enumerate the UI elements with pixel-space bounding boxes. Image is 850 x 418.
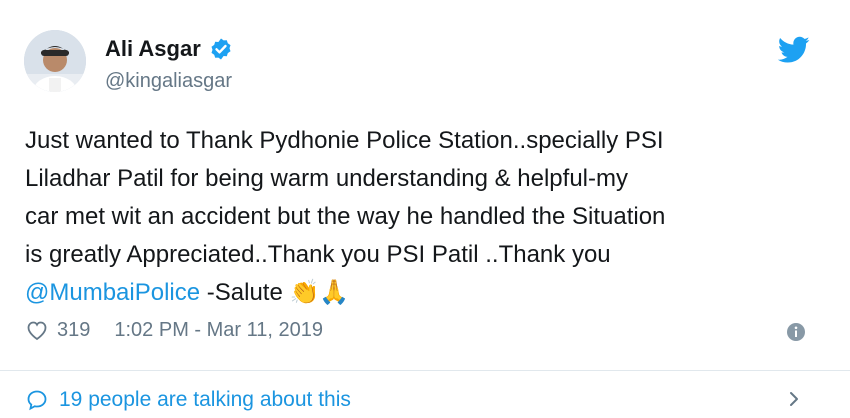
divider (0, 370, 850, 371)
tweet-card: Ali Asgar @kingaliasgar Just wanted to T… (0, 0, 850, 411)
mention-link[interactable]: @MumbaiPolice (25, 279, 200, 306)
emoji-clap-pray: 👏🙏 (289, 279, 350, 306)
tweet-text: Just wanted to Thank Pydhonie Police Sta… (25, 122, 825, 312)
author-name[interactable]: Ali Asgar (105, 36, 201, 62)
chevron-right-icon[interactable] (786, 390, 802, 408)
conversation-link[interactable]: 19 people are talking about this (25, 388, 351, 412)
info-icon[interactable] (785, 321, 807, 343)
like-count[interactable]: 319 (57, 319, 90, 342)
tweet-body-end: -Salute (200, 279, 290, 306)
talking-text: 19 people are talking about this (59, 388, 351, 411)
timestamp[interactable]: 1:02 PM - Mar 11, 2019 (114, 319, 323, 342)
heart-icon[interactable] (25, 318, 49, 342)
comment-bubble-icon (25, 388, 49, 412)
avatar[interactable] (24, 30, 86, 92)
author-row: Ali Asgar (105, 36, 233, 62)
author-handle[interactable]: @kingaliasgar (105, 70, 232, 93)
verified-icon (209, 37, 233, 61)
tweet-meta: 319 1:02 PM - Mar 11, 2019 (25, 318, 323, 342)
twitter-bird-icon[interactable] (777, 36, 810, 64)
tweet-body: Just wanted to Thank Pydhonie Police Sta… (25, 127, 666, 268)
